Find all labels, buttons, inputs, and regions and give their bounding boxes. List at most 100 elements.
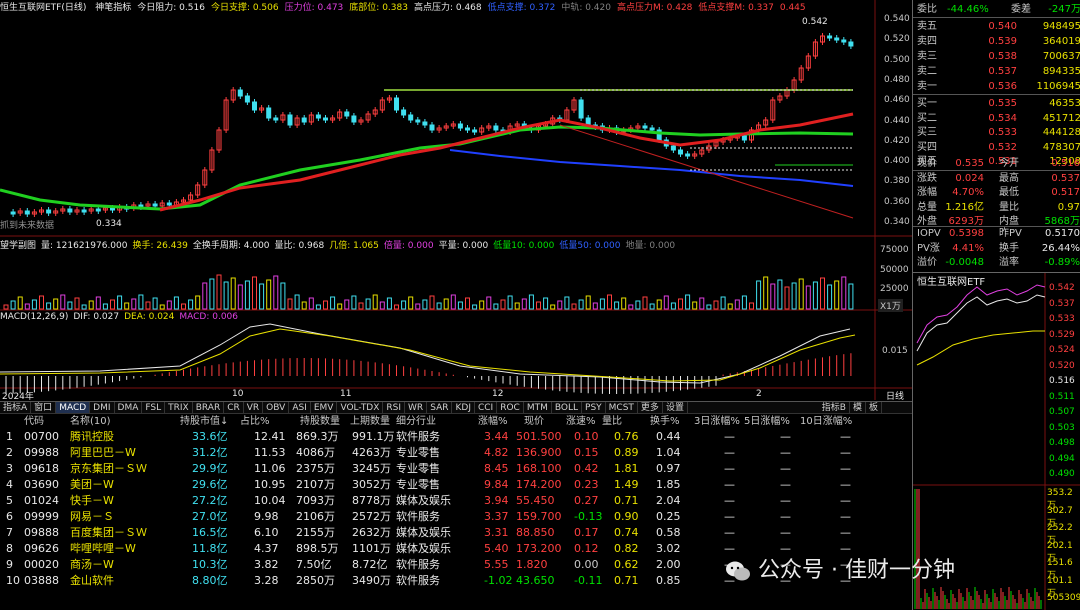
tab-19[interactable]: ROC (497, 402, 524, 413)
column-header-11[interactable]: 换手% (650, 414, 680, 429)
tab-8[interactable]: CR (224, 402, 244, 413)
table-row[interactable]: 2 09988 阿里巴巴－W 31.2亿 11.53 4086万 4263万 专业零售 4.82… (0, 445, 912, 461)
tab-4[interactable]: DMA (115, 402, 143, 413)
cell-chg: 5.55 (484, 558, 509, 571)
column-header-8[interactable]: 现价 (524, 414, 544, 429)
volume-bar (585, 295, 591, 310)
tab-9[interactable]: VR (244, 402, 264, 413)
tab-25[interactable]: 设置 (663, 402, 688, 413)
column-header-6[interactable]: 细分行业 (396, 414, 436, 429)
price-tick: 0.440 (884, 115, 910, 126)
column-header-12[interactable]: 3日涨幅% (694, 414, 740, 429)
cell-d3: — (724, 446, 735, 459)
volume-bar (117, 295, 123, 310)
stat-label: 最高 (999, 172, 1019, 184)
tab-7[interactable]: BRAR (193, 402, 225, 413)
tab-16[interactable]: SAR (427, 402, 453, 413)
volume-bar (166, 300, 172, 310)
header-item-4: 底部位: 0.383 (349, 3, 408, 12)
volume-bar (507, 295, 513, 310)
tab-21[interactable]: BOLL (552, 402, 583, 413)
macd-axis-0: 0.015 (882, 346, 908, 356)
table-row[interactable]: 4 03690 美团－W 29.6亿 10.95 2107万 3052万 专业零售 9.84 17… (0, 477, 912, 493)
tab-0[interactable]: 指标A (0, 402, 32, 413)
stat-value: -0.0048 (945, 257, 984, 268)
column-header-2[interactable]: 持股市值↓ (180, 414, 228, 429)
cell-d3: — (724, 494, 735, 507)
column-header-7[interactable]: 涨幅% (478, 414, 508, 429)
cell-chg: 5.40 (484, 542, 509, 555)
ask-price: 0.537 (988, 66, 1017, 77)
volume-bar (621, 297, 627, 310)
tab-23[interactable]: MCST (606, 402, 638, 413)
tab-22[interactable]: PSY (582, 402, 606, 413)
column-header-5[interactable]: 上期数量 (350, 414, 390, 429)
tab-15[interactable]: WR (405, 402, 428, 413)
volume-bar (301, 301, 307, 310)
tab-10[interactable]: OBV (263, 402, 290, 413)
tab-11[interactable]: ASI (289, 402, 311, 413)
volume-bar (408, 296, 414, 310)
cell-name: 百度集团－ＳＷ (70, 526, 147, 539)
tab-6[interactable]: TRIX (165, 402, 193, 413)
cell-px: 136.900 (516, 446, 562, 459)
ask-row[interactable]: 卖一 0.536 1106945 (913, 79, 1080, 95)
column-header-1[interactable]: 名称(10) (70, 414, 111, 429)
tab-right-1[interactable]: 模 (850, 402, 866, 413)
cell-name: 快手－W (70, 494, 114, 507)
tab-5[interactable]: FSL (142, 402, 166, 413)
mini-price-tick: 0.537 (1049, 298, 1075, 309)
table-row[interactable]: 3 09618 京东集团－ＳＷ 29.9亿 11.06 2375万 3245万 专业零售 8.4… (0, 461, 912, 477)
volume-bar (337, 303, 343, 310)
tab-12[interactable]: EMV (311, 402, 338, 413)
table-row[interactable]: 6 09999 网易－Ｓ 27.0亿 9.98 2106万 2572万 软件服务 3.37 159… (0, 509, 912, 525)
tab-20[interactable]: MTM (524, 402, 552, 413)
kline-chart-area[interactable]: 恒生互联网ETF(日线) 神笔指标 今日阻力: 0.516 今日支撑: 0.506 压… (0, 0, 912, 402)
tab-right-0[interactable]: 指标B (819, 402, 850, 413)
cell-name: 阿里巴巴－W (70, 446, 136, 459)
column-header-13[interactable]: 5日涨幅% (744, 414, 790, 429)
cell-vr: 0.71 (614, 494, 639, 507)
column-header-9[interactable]: 涨速% (566, 414, 596, 429)
volume-bar (415, 303, 421, 310)
volume-bar (500, 299, 506, 310)
table-row[interactable]: 7 09888 百度集团－ＳＷ 16.5亿 6.10 2155万 2632万 媒体及娱乐 3.3… (0, 525, 912, 541)
table-row[interactable]: 1 00700 腾讯控股 33.6亿 12.41 869.3万 991.1万 软件服务 3.44… (0, 429, 912, 445)
cell-vr: 0.62 (614, 558, 639, 571)
tab-24[interactable]: 更多 (638, 402, 663, 413)
volume-bar (74, 297, 80, 310)
column-header-10[interactable]: 量比 (602, 414, 622, 429)
candle-body (166, 202, 172, 206)
cell-d5: — (780, 478, 791, 491)
column-header-4[interactable]: 持股数量 (300, 414, 340, 429)
candle-body (834, 37, 840, 41)
date-tick: 11 (340, 389, 352, 399)
ask-row[interactable]: 卖五 0.540 948495 (913, 19, 1080, 35)
volume-bar (429, 295, 435, 310)
header-item-10: 0.445 (779, 3, 806, 12)
tab-18[interactable]: CCI (475, 402, 498, 413)
volume-bar (614, 301, 620, 310)
ask-row[interactable]: 卖四 0.539 364019 (913, 34, 1080, 50)
ask-row[interactable]: 卖三 0.538 700637 (913, 49, 1080, 65)
tab-3[interactable]: DMI (90, 402, 115, 413)
header-item-6: 低点支撑: 0.372 (487, 3, 556, 12)
tab-17[interactable]: KDJ (452, 402, 475, 413)
tab-2[interactable]: MACD (56, 402, 91, 413)
tab-14[interactable]: RSI (383, 402, 406, 413)
volume-unit: X1万 (878, 299, 903, 312)
tab-right-2[interactable]: 板 (866, 402, 882, 413)
volume-bar (699, 297, 705, 310)
ask-row[interactable]: 卖二 0.537 894335 (913, 64, 1080, 80)
indicator-header: 恒生互联网ETF(日线) 神笔指标 今日阻力: 0.516 今日支撑: 0.506 压… (0, 0, 912, 12)
column-header-0[interactable]: 代码 (24, 414, 44, 429)
column-header-3[interactable]: 占比% (240, 414, 270, 429)
table-row[interactable]: 5 01024 快手－W 27.2亿 10.04 7093万 8778万 媒体及娱乐 3.94 5… (0, 493, 912, 509)
column-header-14[interactable]: 10日涨幅% (800, 414, 852, 429)
volume-bar (259, 283, 265, 310)
tab-13[interactable]: VOL-TDX (337, 402, 384, 413)
volume-bar (486, 296, 492, 310)
tab-1[interactable]: 窗口 (31, 402, 57, 413)
volume-bar (330, 296, 336, 310)
volume-bar (557, 300, 563, 310)
